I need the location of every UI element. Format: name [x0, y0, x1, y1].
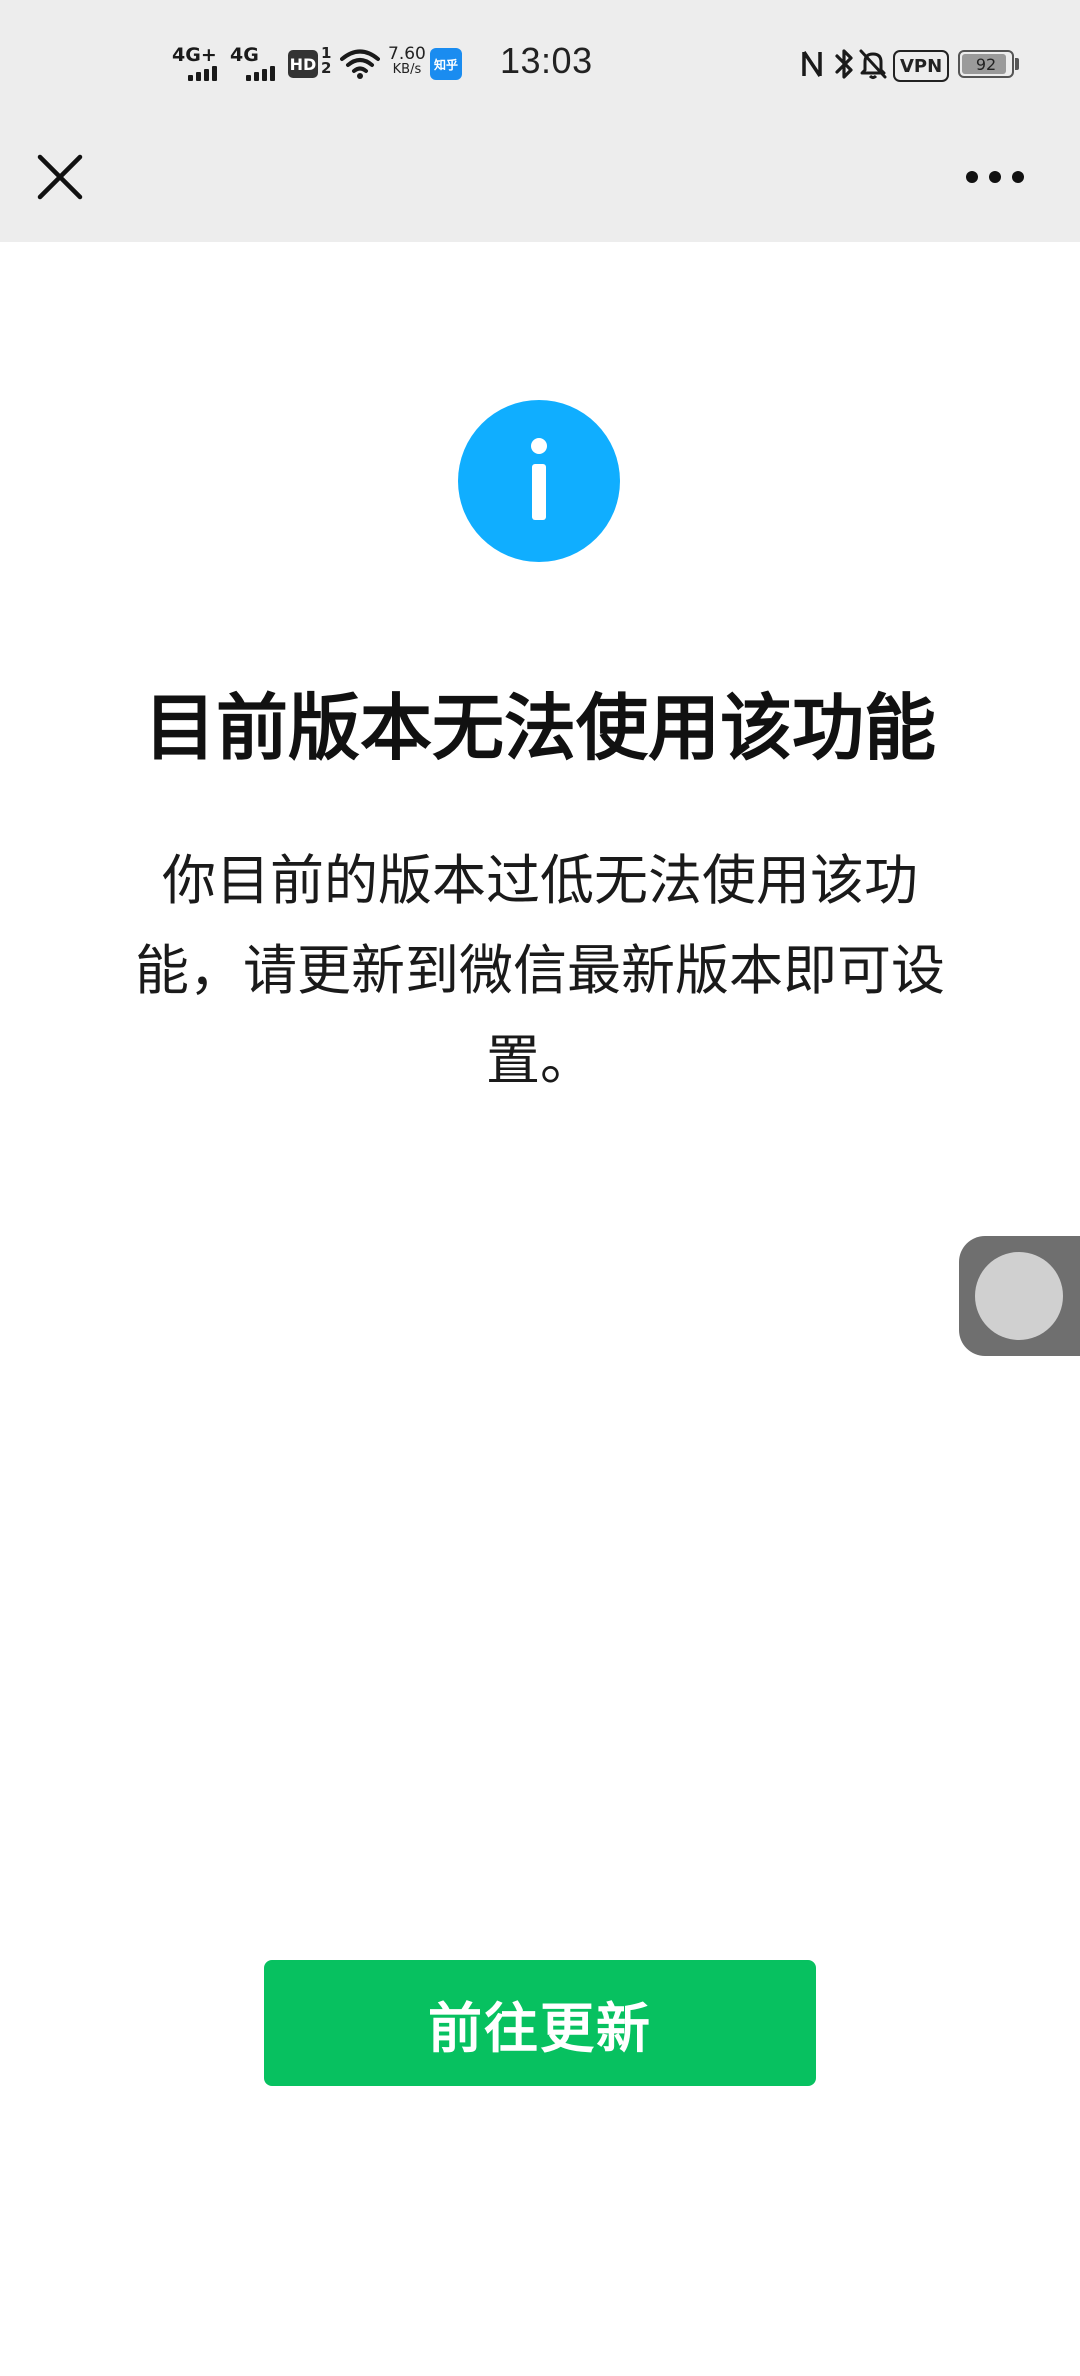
- mute-icon: [859, 49, 887, 79]
- sim1-signal-icon: [188, 66, 217, 81]
- page-title: 目前版本无法使用该功能: [143, 686, 936, 770]
- speed-unit: KB/s: [392, 62, 422, 77]
- more-button[interactable]: [958, 149, 1038, 205]
- speed-value: 7.60: [388, 44, 426, 64]
- info-icon: [458, 400, 620, 562]
- floating-ball-icon: [975, 1252, 1063, 1340]
- status-bar: 4G+ 4G HD 1 2 7.60 KB/s 知乎 13:03 VPN 92: [0, 0, 1080, 125]
- battery-tip: [1015, 58, 1019, 70]
- sim2-network-label: 4G: [230, 44, 259, 66]
- network-speed: 7.60 KB/s: [388, 46, 426, 78]
- page-description: 你目前的版本过低无法使用该功能，请更新到微信最新版本即可设置。: [135, 849, 945, 1092]
- bluetooth-icon: [835, 49, 853, 79]
- more-icon: [966, 171, 1024, 183]
- hd-icon: HD: [288, 50, 318, 78]
- zhihu-app-icon: 知乎: [430, 48, 462, 80]
- floating-ball-button[interactable]: [959, 1236, 1080, 1356]
- close-icon: [37, 154, 83, 200]
- wifi-icon: [340, 49, 380, 79]
- hd-sim-indicator: 1 2: [321, 44, 332, 77]
- vpn-badge: VPN: [893, 50, 950, 82]
- close-button[interactable]: [28, 145, 92, 209]
- battery-icon: 92: [958, 50, 1014, 78]
- status-time: 13:03: [500, 40, 593, 81]
- sim2-signal-icon: [246, 66, 275, 81]
- sim1-network-label: 4G+: [172, 44, 217, 66]
- battery-level: 92: [975, 54, 997, 74]
- update-button[interactable]: 前往更新: [264, 1960, 816, 2086]
- nfc-icon: [802, 51, 822, 77]
- top-bar: 4G+ 4G HD 1 2 7.60 KB/s 知乎 13:03 VPN 92: [0, 0, 1080, 242]
- nav-bar: [0, 125, 1080, 242]
